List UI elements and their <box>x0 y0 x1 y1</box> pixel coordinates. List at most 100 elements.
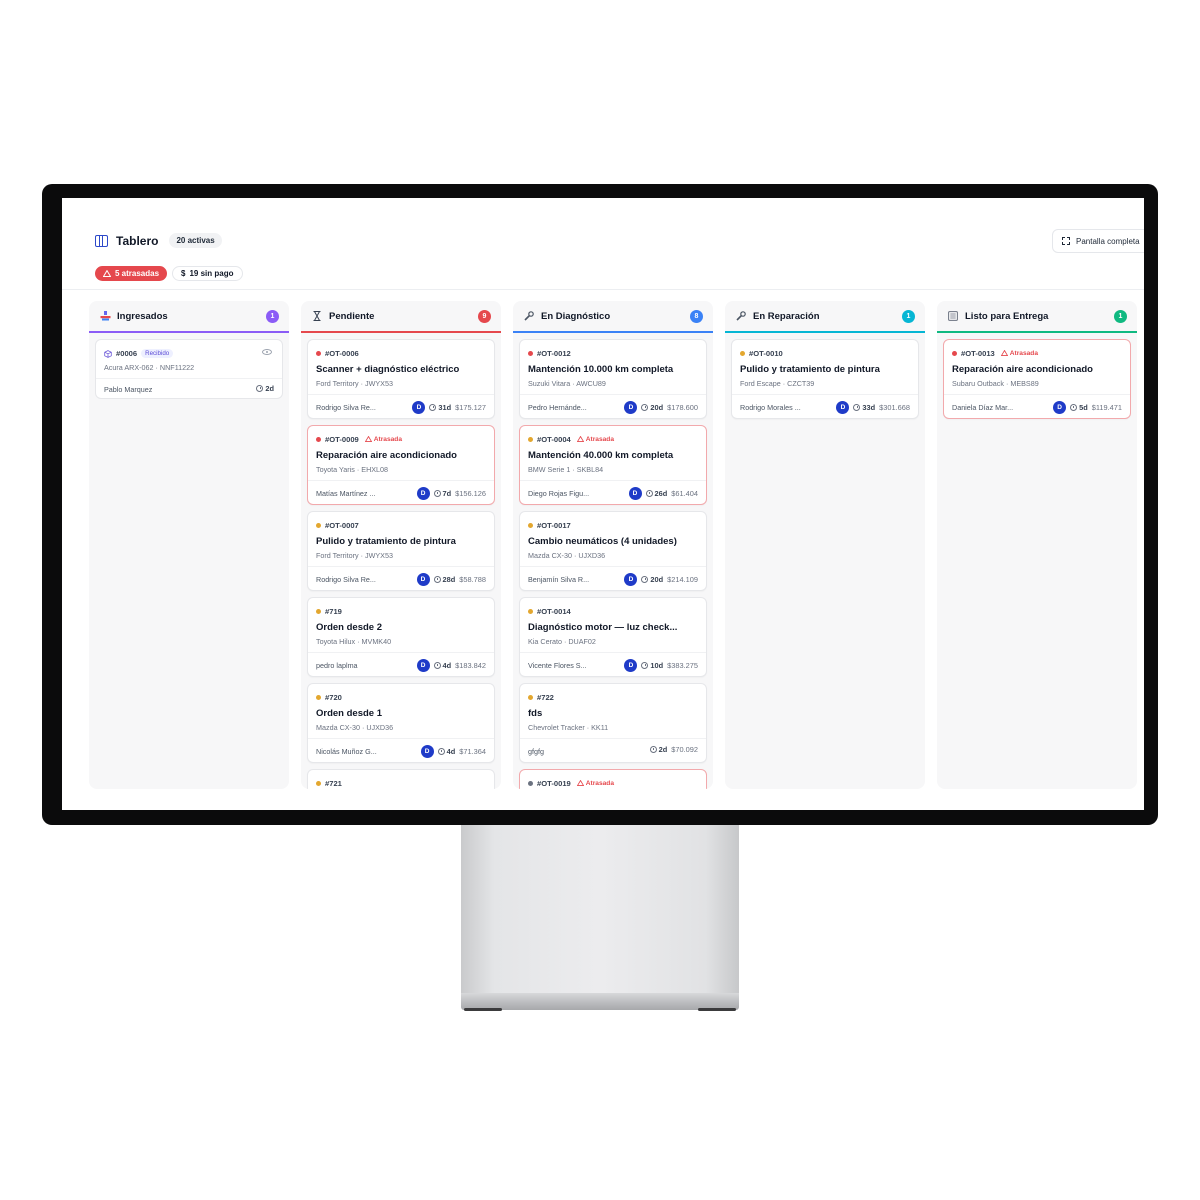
avatar[interactable]: D <box>416 573 430 586</box>
card-header: #OT-0017 <box>528 521 571 530</box>
card-header: #OT-0010 <box>740 349 783 358</box>
card-header: #0006 Recibido <box>104 349 174 358</box>
order-card[interactable]: #722 fds Chevrolet Tracker · KK11 gfgfg 2d $7… <box>519 683 707 763</box>
order-card[interactable]: #OT-0004 Atrasada Mantención 40.000 km com… <box>519 425 707 505</box>
card-amount: $119.471 <box>1091 403 1122 412</box>
wrench-icon <box>735 310 747 322</box>
card-title: Orden desde 2 <box>316 622 382 633</box>
order-card[interactable]: #OT-0019 Atrasada <box>519 769 707 789</box>
order-card[interactable]: #OT-0014 Diagnóstico motor — luz check...… <box>519 597 707 677</box>
order-card[interactable]: #OT-0007 Pulido y tratamiento de pintura F… <box>307 511 495 591</box>
card-person: Nicolás Muñoz G... <box>316 747 377 756</box>
wrench-icon <box>523 310 535 322</box>
avatar[interactable]: D <box>836 401 850 414</box>
avatar[interactable]: D <box>416 659 430 672</box>
card-vehicle: Ford Territory · JWYX53 <box>316 551 393 560</box>
dollar-icon: $ <box>181 269 186 278</box>
card-footer: gfgfg 2d $70.092 <box>520 738 706 763</box>
card-person: Pablo Marquez <box>104 385 153 394</box>
order-card[interactable]: #OT-0013 Atrasada Reparación aire acondici… <box>943 339 1131 419</box>
avatar[interactable]: D <box>624 401 638 414</box>
column-count: 9 <box>478 309 491 323</box>
card-days-group: 20d <box>641 403 663 412</box>
avatar[interactable]: D <box>624 659 638 672</box>
column-ingresados: Ingresados 1 #0006 Recibido Acura ARX-06… <box>89 301 289 789</box>
order-card[interactable]: #OT-0012 Mantención 10.000 km completa Suz… <box>519 339 707 419</box>
card-days-group: 7d <box>433 489 451 498</box>
card-meta: D 7d $156.126 <box>416 487 486 500</box>
avatar[interactable]: D <box>1053 401 1067 414</box>
avatar[interactable]: D <box>624 573 638 586</box>
clock-icon <box>433 662 441 669</box>
card-amount: $71.364 <box>459 747 486 756</box>
card-title: Mantención 40.000 km completa <box>528 450 674 461</box>
card-person: Vicente Flores S... <box>528 661 587 670</box>
status-dot <box>316 351 321 356</box>
order-card[interactable]: #721 <box>307 769 495 789</box>
card-meta: D 31d $175.127 <box>412 401 486 414</box>
card-vehicle: Subaru Outback · MEBS89 <box>952 379 1039 388</box>
column-count: 8 <box>690 309 703 323</box>
page-title: Tablero <box>116 233 159 248</box>
checklist-icon <box>947 310 959 322</box>
card-header: #719 <box>316 607 342 616</box>
card-id: #722 <box>537 693 554 702</box>
card-days: 5d <box>1079 403 1088 412</box>
fullscreen-label: Pantalla completa <box>1076 236 1140 246</box>
unpaid-filter-label: 19 sin pago <box>189 269 234 278</box>
order-card[interactable]: #OT-0006 Scanner + diagnóstico eléctrico F… <box>307 339 495 419</box>
late-label: Atrasada <box>1009 350 1039 357</box>
stand-foot <box>698 1008 736 1011</box>
avatar[interactable]: D <box>416 487 430 500</box>
card-person: Daniela Díaz Mar... <box>952 403 1014 412</box>
avatar[interactable]: D <box>412 401 426 414</box>
status-dot <box>528 695 533 700</box>
card-days: 2d <box>658 745 668 754</box>
card-amount: $70.092 <box>671 745 698 754</box>
card-vehicle: Toyota Hilux · MVMK40 <box>316 637 392 646</box>
active-count-badge: 20 activas <box>169 233 222 248</box>
order-card[interactable]: #720 Orden desde 1 Mazda CX-30 · UJXD36 Nic… <box>307 683 495 763</box>
card-meta: 2d <box>256 384 274 393</box>
order-card[interactable]: #719 Orden desde 2 Toyota Hilux · MVMK40 pe… <box>307 597 495 677</box>
fullscreen-button[interactable]: Pantalla completa <box>1052 229 1144 253</box>
card-id: #OT-0019 <box>537 779 571 788</box>
order-card[interactable]: #OT-0009 Atrasada Reparación aire acondici… <box>307 425 495 505</box>
card-header: #OT-0004 Atrasada <box>528 435 614 444</box>
card-vehicle: Acura ARX-062 · NNF11222 <box>104 363 195 372</box>
card-title: Scanner + diagnóstico eléctrico <box>316 364 460 375</box>
column-count: 1 <box>266 309 279 323</box>
card-footer: Daniela Díaz Mar... D 5d $119.471 <box>944 394 1130 419</box>
card-vehicle: Kia Cerato · DUAF02 <box>528 637 596 646</box>
order-card[interactable]: #0006 Recibido Acura ARX-062 · NNF11222 … <box>95 339 283 399</box>
card-footer: Matías Martínez ... D 7d $156.126 <box>308 480 494 505</box>
eye-icon[interactable] <box>262 349 272 355</box>
kanban-board: Ingresados 1 #0006 Recibido Acura ARX-06… <box>89 301 1144 789</box>
screen: Tablero 20 activas Pantalla completa 5 a… <box>62 198 1144 810</box>
column-listo: Listo para Entrega 1 #OT-0013 Atrasada Rep… <box>937 301 1137 789</box>
clock-icon <box>641 404 649 411</box>
card-days-group: 33d <box>853 403 875 412</box>
card-days: 20d <box>650 575 664 584</box>
avatar[interactable]: D <box>628 487 642 500</box>
status-dot <box>316 523 321 528</box>
card-id: #OT-0017 <box>537 521 571 530</box>
unpaid-filter-badge[interactable]: $ 19 sin pago <box>172 266 243 281</box>
card-footer: Rodrigo Morales ... D 33d $301.668 <box>732 394 918 419</box>
card-id: #720 <box>325 693 342 702</box>
warning-icon <box>103 270 111 277</box>
clock-icon <box>433 490 441 497</box>
card-days-group: 4d <box>433 661 451 670</box>
card-person: Pedro Hernánde... <box>528 403 587 412</box>
order-card[interactable]: #OT-0017 Cambio neumáticos (4 unidades) Ma… <box>519 511 707 591</box>
order-card[interactable]: #OT-0010 Pulido y tratamiento de pintura F… <box>731 339 919 419</box>
avatar[interactable]: D <box>420 745 434 758</box>
column-header: En Reparación 1 <box>725 301 925 333</box>
card-meta: D 5d $119.471 <box>1053 401 1122 414</box>
column-header: Listo para Entrega 1 <box>937 301 1137 333</box>
column-count: 1 <box>902 309 915 323</box>
stand-foot <box>464 1008 502 1011</box>
late-filter-badge[interactable]: 5 atrasadas <box>95 266 168 281</box>
card-vehicle: Ford Territory · JWYX53 <box>316 379 393 388</box>
card-footer: Nicolás Muñoz G... D 4d $71.364 <box>308 738 494 763</box>
